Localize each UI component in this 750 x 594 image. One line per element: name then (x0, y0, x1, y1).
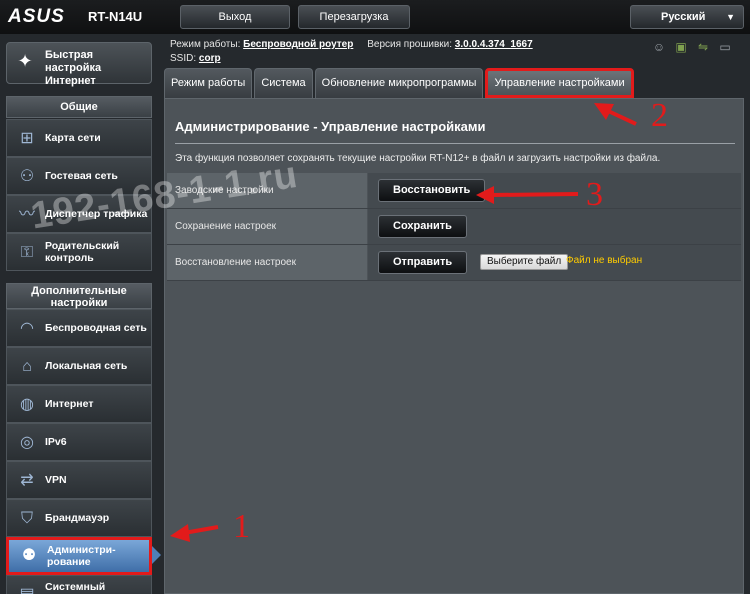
usb-drive-icon[interactable]: ▭ (718, 40, 732, 54)
sidebar-item-label: Локальная сеть (45, 360, 128, 372)
globe-icon: ◍ (20, 396, 34, 413)
step-number-1: 1 (233, 508, 250, 545)
sidebar-item-label: Интернет (45, 398, 94, 410)
tab-firmware-upgrade[interactable]: Обновление микропрограммы (314, 68, 484, 98)
logout-button[interactable]: Выход (180, 5, 290, 29)
chevron-down-icon: ▼ (726, 12, 735, 22)
top-bar: ASUS RT-N14U Выход Перезагрузка Русский … (0, 0, 750, 34)
quick-setup-label: Быстрая настройка Интернет (45, 49, 102, 87)
step-number-3: 3 (586, 176, 603, 213)
save-settings-label: Сохранение настроек (167, 209, 367, 244)
factory-defaults-label: Заводские настройки (167, 173, 367, 208)
main-panel: Администрирование - Управление настройка… (164, 98, 744, 594)
firewall-icon: ⛉ (20, 510, 33, 527)
language-select[interactable]: Русский ▼ (630, 5, 744, 29)
reboot-button[interactable]: Перезагрузка (298, 5, 410, 29)
title-divider (175, 143, 735, 144)
ssid-label: SSID: (170, 53, 197, 64)
sidebar-item-administration[interactable]: ⚉ Администри-рование (6, 537, 152, 575)
choose-file-button[interactable]: Выберите файл (480, 254, 569, 270)
advanced-section-title: Дополнительные настройки (6, 283, 152, 309)
sidebar-item-guest-network[interactable]: ⚇ Гостевая сеть (6, 157, 152, 195)
sidebar-item-label: Брандмауэр (45, 512, 110, 524)
network-map-icon: ⊞ (20, 130, 34, 147)
magic-wand-icon: ✦ (17, 51, 33, 71)
save-button[interactable]: Сохранить (378, 215, 467, 238)
upload-button[interactable]: Отправить (378, 251, 468, 274)
quick-setup-button[interactable]: ✦ Быстрая настройка Интернет (6, 42, 152, 87)
table-row: Сохранение настроек Сохранить (167, 209, 741, 245)
sidebar-item-label: VPN (45, 474, 67, 486)
sidebar-item-ipv6[interactable]: ◎ IPv6 (6, 423, 152, 461)
firmware-label: Версия прошивки: (367, 39, 453, 50)
sidebar-item-label: IPv6 (45, 436, 67, 448)
system-log-icon: ▤ (15, 584, 39, 594)
page-title: Администрирование - Управление настройка… (175, 119, 486, 134)
vpn-icon: ⇄ (20, 472, 34, 489)
tab-bar: Режим работы Система Обновление микропро… (164, 68, 634, 98)
tab-settings-management[interactable]: Управление настройками (485, 68, 634, 98)
asus-logo: ASUS (8, 6, 65, 27)
traffic-manager-icon: 〰 (18, 206, 35, 223)
file-status: Файл не выбран (566, 255, 643, 266)
sidebar-item-label: Диспетчер трафика (45, 208, 148, 220)
sidebar-item-internet[interactable]: ◍ Интернет (6, 385, 152, 423)
network-icon[interactable]: ▣ (674, 40, 688, 54)
sidebar-item-label: Родительский контроль (45, 240, 120, 264)
sidebar-item-traffic-manager[interactable]: 〰 Диспетчер трафика (6, 195, 152, 233)
restore-button[interactable]: Восстановить (378, 179, 486, 202)
language-value: Русский (661, 11, 706, 23)
usb-icon[interactable]: ⇋ (696, 40, 710, 54)
administration-icon: ⚉ (21, 547, 37, 564)
restore-settings-label: Восстановление настроек (167, 245, 367, 280)
tab-operation-mode[interactable]: Режим работы (164, 68, 253, 98)
sidebar-item-system-log[interactable]: ▤ Системный (6, 575, 152, 594)
status-line: Режим работы: Беспроводной роутер Версия… (170, 38, 533, 66)
general-section-title: Общие (6, 96, 152, 118)
sidebar-item-wireless[interactable]: ◠ Беспроводная сеть (6, 309, 152, 347)
sidebar-item-label: Беспроводная сеть (45, 322, 147, 334)
mode-label: Режим работы: (170, 39, 241, 50)
sidebar-item-parental-control[interactable]: ⚿ Родительский контроль (6, 233, 152, 271)
table-row: Восстановление настроек Отправить Выбери… (167, 245, 741, 281)
status-icons: ☺ ▣ ⇋ ▭ (652, 40, 732, 54)
sidebar-item-firewall[interactable]: ⛉ Брандмауэр (6, 499, 152, 537)
wireless-icon: ◠ (20, 320, 34, 337)
active-item-pointer (152, 546, 161, 564)
parental-control-icon: ⚿ (20, 244, 34, 261)
lan-icon: ⌂ (22, 358, 32, 375)
sidebar-item-label: Гостевая сеть (45, 170, 118, 182)
sidebar-item-vpn[interactable]: ⇄ VPN (6, 461, 152, 499)
page-description: Эта функция позволяет сохранять текущие … (175, 153, 661, 164)
sidebar-item-label: Администри-рование (47, 544, 116, 568)
model-name: RT-N14U (88, 9, 143, 24)
ssid-value-link[interactable]: corp (199, 53, 221, 64)
settings-table: Заводские настройки Восстановить Сохране… (167, 173, 741, 281)
firmware-value-link[interactable]: 3.0.0.4.374_1667 (455, 39, 533, 50)
ipv6-icon: ◎ (20, 434, 34, 451)
tab-system[interactable]: Система (254, 68, 313, 98)
sidebar-item-label: Карта сети (45, 132, 101, 144)
step-number-2: 2 (651, 97, 668, 134)
mode-value-link[interactable]: Беспроводной роутер (243, 39, 353, 50)
sidebar-item-label: Системный (45, 581, 106, 593)
guest-network-icon: ⚇ (19, 168, 35, 185)
sidebar-item-lan[interactable]: ⌂ Локальная сеть (6, 347, 152, 385)
table-row: Заводские настройки Восстановить (167, 173, 741, 209)
person-icon[interactable]: ☺ (652, 40, 666, 54)
sidebar-item-network-map[interactable]: ⊞ Карта сети (6, 119, 152, 157)
